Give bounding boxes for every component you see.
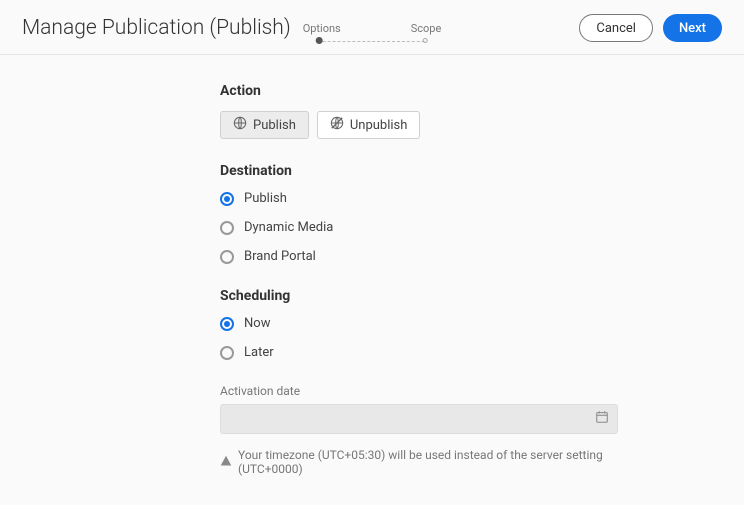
cancel-button[interactable]: Cancel (579, 14, 653, 42)
action-publish-button[interactable]: Publish (220, 111, 309, 139)
destination-radio-publish[interactable]: Publish (220, 191, 620, 206)
calendar-icon (595, 410, 609, 428)
section-heading-action: Action (220, 83, 620, 99)
section-heading-scheduling: Scheduling (220, 288, 620, 304)
globe-off-icon (330, 116, 344, 134)
next-button[interactable]: Next (663, 14, 722, 42)
activation-date-input[interactable] (220, 404, 618, 434)
radio-label: Later (244, 345, 274, 360)
radio-icon (220, 346, 234, 360)
scheduling-radio-later[interactable]: Later (220, 345, 620, 360)
action-unpublish-label: Unpublish (350, 118, 408, 133)
scheduling-radio-now[interactable]: Now (220, 316, 620, 331)
radio-label: Brand Portal (244, 249, 316, 264)
step-connector (323, 41, 425, 42)
destination-radio-dynamic-media[interactable]: Dynamic Media (220, 220, 620, 235)
section-activation-date: Activation date Your timezone (UTC+05:30… (220, 384, 620, 476)
step-dot-next (423, 38, 428, 43)
timezone-note-text: Your timezone (UTC+05:30) will be used i… (238, 448, 620, 476)
destination-radio-brand-portal[interactable]: Brand Portal (220, 249, 620, 264)
radio-icon (220, 250, 234, 264)
alert-icon (220, 455, 232, 470)
content: Action Publish (0, 55, 620, 476)
section-action: Action Publish (220, 83, 620, 139)
timezone-note: Your timezone (UTC+05:30) will be used i… (220, 448, 620, 476)
wizard-stepper: Options Scope (303, 22, 442, 44)
action-publish-label: Publish (253, 118, 296, 133)
header-actions: Cancel Next (579, 14, 722, 42)
step-dot-current (316, 37, 323, 44)
radio-icon (220, 221, 234, 235)
radio-icon (220, 192, 234, 206)
action-unpublish-button[interactable]: Unpublish (317, 111, 421, 139)
activation-date-label: Activation date (220, 384, 620, 398)
radio-label: Now (244, 316, 270, 331)
section-destination: Destination Publish Dynamic Media Brand … (220, 163, 620, 264)
step-label-scope: Scope (411, 22, 442, 35)
header: Manage Publication (Publish) Options Sco… (0, 0, 744, 55)
page-title: Manage Publication (Publish) (22, 16, 291, 40)
action-toggle-group: Publish Unpublish (220, 111, 620, 139)
step-label-options: Options (303, 22, 341, 35)
radio-label: Publish (244, 191, 287, 206)
section-heading-destination: Destination (220, 163, 620, 179)
globe-icon (233, 116, 247, 134)
section-scheduling: Scheduling Now Later (220, 288, 620, 360)
radio-label: Dynamic Media (244, 220, 333, 235)
radio-icon (220, 317, 234, 331)
